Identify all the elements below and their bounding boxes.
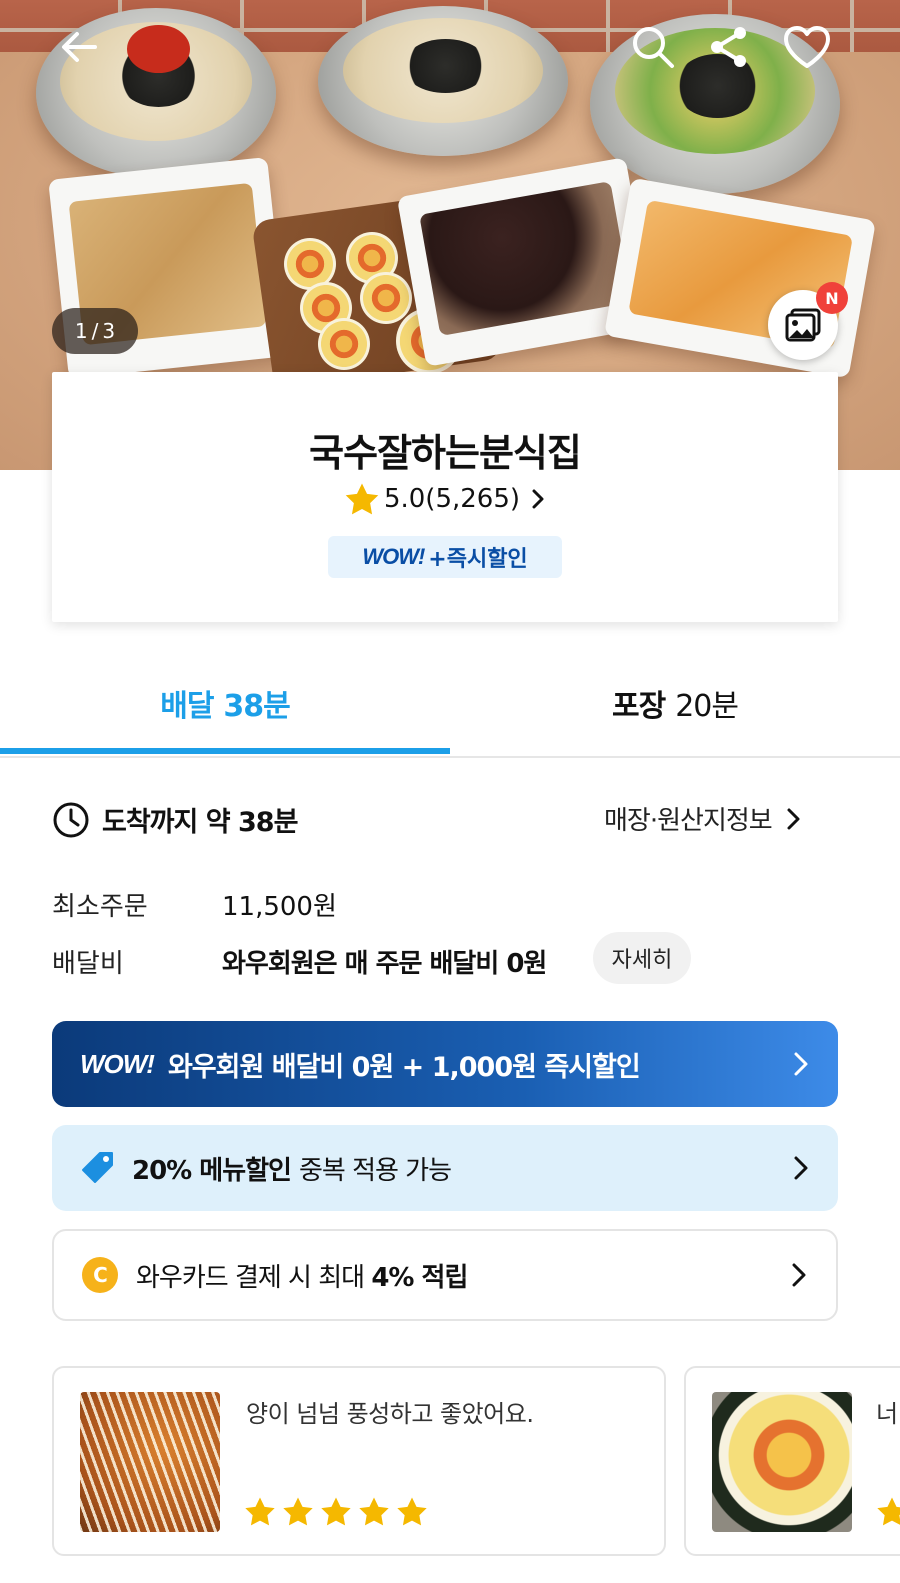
review-photo bbox=[80, 1392, 220, 1532]
wow-logo: WOW! bbox=[362, 544, 425, 569]
review-text: 너 bbox=[876, 1400, 899, 1428]
min-order-value: 11,500원 bbox=[222, 892, 337, 922]
gallery-icon bbox=[785, 308, 821, 342]
clock-icon bbox=[53, 802, 89, 837]
delivery-fee-value: 와우회원은 매 주문 배달비 0원 bbox=[222, 949, 547, 979]
delivery-fee-detail-button[interactable]: 자세히 bbox=[593, 932, 691, 984]
wow-banner-text: 와우회원 배달비 0원 + 1,000원 즉시할인 bbox=[167, 1051, 641, 1083]
review-text: 양이 넘넘 풍성하고 좋았어요. bbox=[246, 1400, 534, 1428]
wow-membership-banner[interactable]: WOW! 와우회원 배달비 0원 + 1,000원 즉시할인 bbox=[52, 1021, 838, 1107]
store-origin-info-link[interactable]: 매장·원산지정보 bbox=[604, 800, 802, 837]
rating-value: 5.0(5,265) bbox=[383, 484, 521, 514]
star-icon bbox=[359, 1497, 389, 1526]
discount-bold-text: 20% 메뉴할인 bbox=[132, 1155, 292, 1186]
heart-icon[interactable] bbox=[780, 20, 834, 74]
wow-chip-text: +즉시할인 bbox=[428, 547, 528, 572]
chevron-right-icon bbox=[532, 489, 544, 509]
star-icon bbox=[397, 1497, 427, 1526]
delivery-fee-label: 배달비 bbox=[52, 949, 124, 979]
eta-text: 도착까지 약 38분 bbox=[102, 807, 298, 838]
menu-discount-banner[interactable]: 20% 메뉴할인 중복 적용 가능 bbox=[52, 1125, 838, 1211]
tab-pickup-time: 20분 bbox=[675, 689, 739, 724]
image-pager: 1 / 3 bbox=[52, 308, 138, 354]
share-icon[interactable] bbox=[702, 20, 756, 74]
card-reward-bold: 4% 적립 bbox=[371, 1262, 468, 1293]
chevron-right-icon bbox=[787, 808, 800, 829]
order-type-tabs: 배달 38분 포장 20분 bbox=[0, 650, 900, 758]
store-name: 국수잘하는분식집 bbox=[309, 431, 582, 475]
search-icon[interactable] bbox=[626, 20, 680, 74]
pager-current: 1 bbox=[74, 319, 88, 343]
min-order-label: 최소주문 bbox=[52, 892, 148, 922]
noodle-bowl-soup bbox=[318, 6, 568, 156]
back-arrow-icon[interactable] bbox=[52, 20, 106, 74]
review-card[interactable]: 양이 넘넘 풍성하고 좋았어요. bbox=[52, 1366, 666, 1556]
tab-delivery[interactable]: 배달 38분 bbox=[0, 650, 450, 756]
wow-logo: WOW! bbox=[80, 1048, 155, 1079]
kimbap-slice bbox=[360, 272, 412, 324]
tab-delivery-label: 배달 bbox=[160, 689, 214, 724]
new-badge: N bbox=[816, 282, 848, 314]
tab-pickup-label: 포장 bbox=[612, 689, 666, 724]
rating-link[interactable]: 5.0(5,265) bbox=[52, 482, 838, 516]
active-tab-indicator bbox=[0, 748, 450, 754]
store-card: 국수잘하는분식집 5.0(5,265) WOW! +즉시할인 bbox=[52, 372, 838, 622]
review-stars bbox=[244, 1496, 434, 1527]
chevron-right-icon bbox=[792, 1263, 806, 1287]
star-icon bbox=[283, 1497, 313, 1526]
tab-pickup[interactable]: 포장 20분 bbox=[450, 650, 900, 756]
star-icon bbox=[245, 1497, 275, 1526]
review-stars bbox=[876, 1496, 900, 1527]
star-icon bbox=[877, 1497, 900, 1526]
store-info-label: 매장·원산지정보 bbox=[604, 806, 773, 836]
tab-delivery-time: 38분 bbox=[223, 689, 290, 724]
review-photo bbox=[712, 1392, 852, 1532]
pager-separator: / bbox=[91, 319, 99, 343]
wow-discount-chip: WOW! +즉시할인 bbox=[328, 536, 562, 578]
review-card[interactable]: 너 bbox=[684, 1366, 900, 1556]
chevron-right-icon bbox=[794, 1052, 808, 1076]
chevron-right-icon bbox=[794, 1156, 808, 1180]
tag-icon bbox=[82, 1152, 113, 1183]
coin-icon: C bbox=[82, 1257, 118, 1293]
star-icon bbox=[345, 483, 379, 515]
pager-total: 3 bbox=[102, 319, 116, 343]
wow-card-reward-banner[interactable]: C 와우카드 결제 시 최대 4% 적립 bbox=[52, 1229, 838, 1321]
discount-text: 중복 적용 가능 bbox=[298, 1155, 452, 1186]
eta-row: 도착까지 약 38분 bbox=[52, 800, 298, 839]
kimbap-slice bbox=[318, 318, 370, 370]
card-reward-text: 와우카드 결제 시 최대 bbox=[136, 1262, 372, 1293]
star-icon bbox=[321, 1497, 351, 1526]
